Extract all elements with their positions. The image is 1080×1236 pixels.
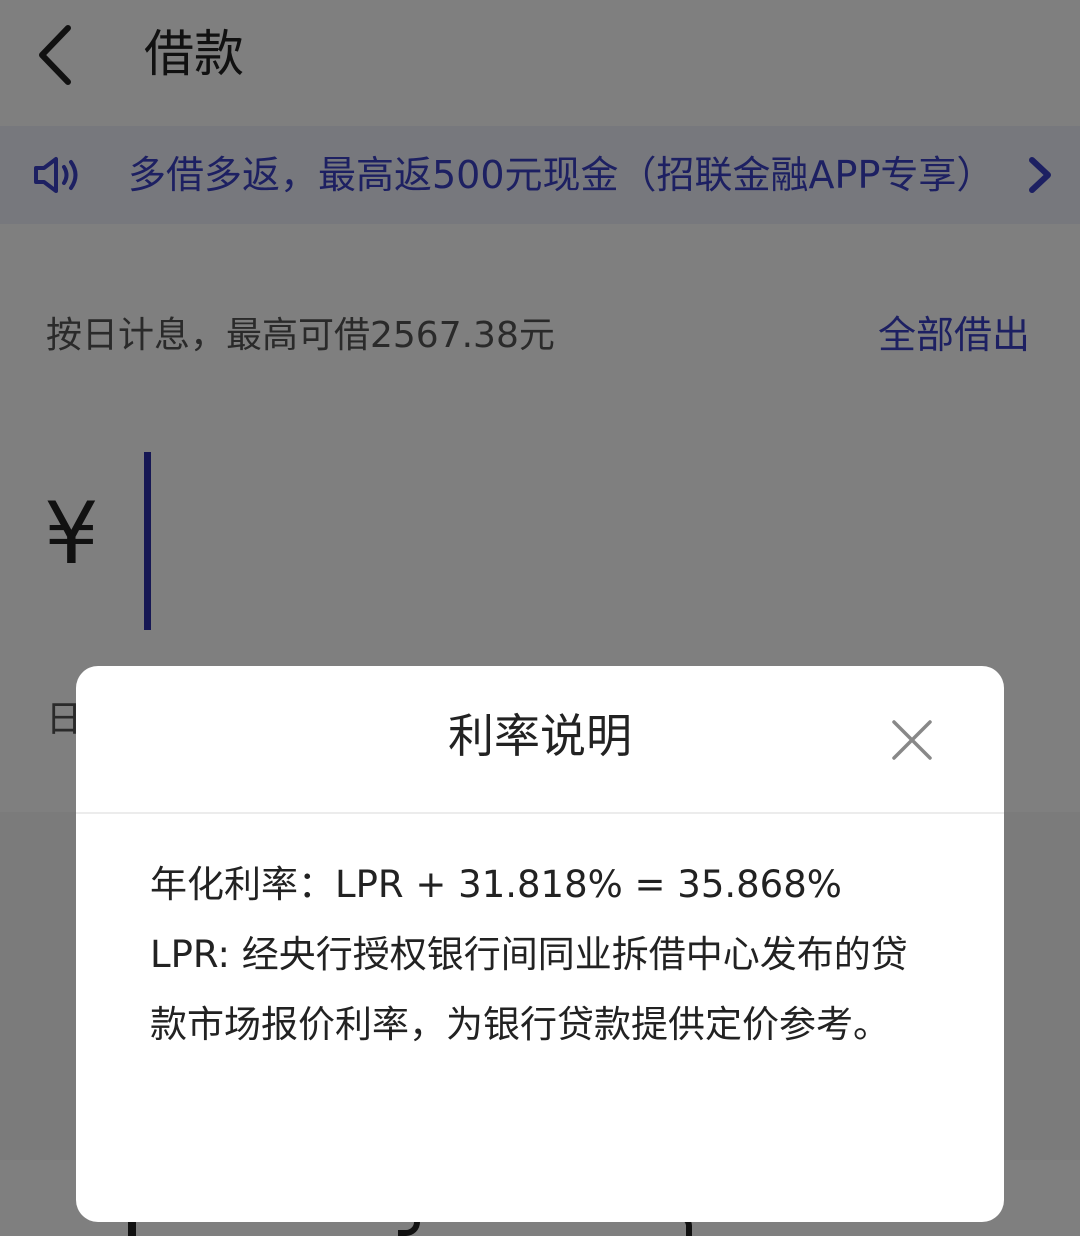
- dialog-title: 利率说明: [448, 709, 632, 763]
- dialog-body: 年化利率：LPR + 31.818% = 35.868% LPR: 经央行授权银…: [150, 850, 920, 1060]
- close-icon: [892, 720, 932, 760]
- divider: [76, 812, 1004, 814]
- rate-explanation-dialog: 利率说明 年化利率：LPR + 31.818% = 35.868% LPR: 经…: [76, 666, 1004, 1222]
- close-button[interactable]: [888, 716, 936, 764]
- annual-rate-text: 年化利率：LPR + 31.818% = 35.868%: [150, 863, 842, 906]
- lpr-description: LPR: 经央行授权银行间同业拆借中心发布的贷款市场报价利率，为银行贷款提供定价…: [150, 933, 908, 1046]
